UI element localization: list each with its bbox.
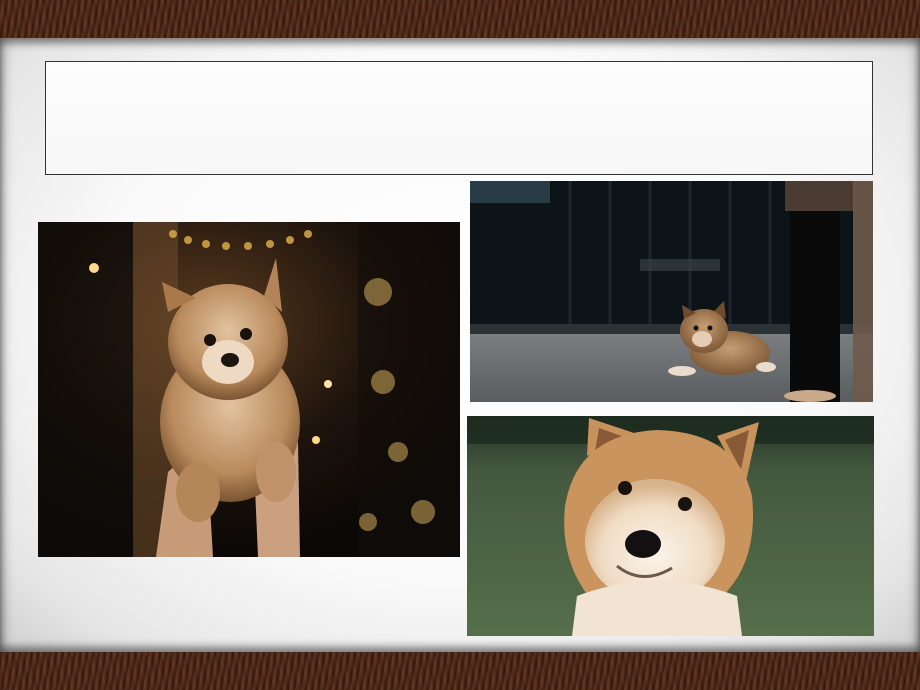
- photo-adult-akita-on-grass: [467, 416, 874, 636]
- title-placeholder[interactable]: [45, 61, 873, 175]
- wood-frame-top: [0, 0, 920, 38]
- page: [0, 0, 920, 690]
- wood-frame-bottom: [0, 652, 920, 690]
- photo-puppy-lying-on-floor: [470, 181, 873, 402]
- slide: [0, 38, 920, 652]
- photo-puppy-held-up: [38, 222, 460, 557]
